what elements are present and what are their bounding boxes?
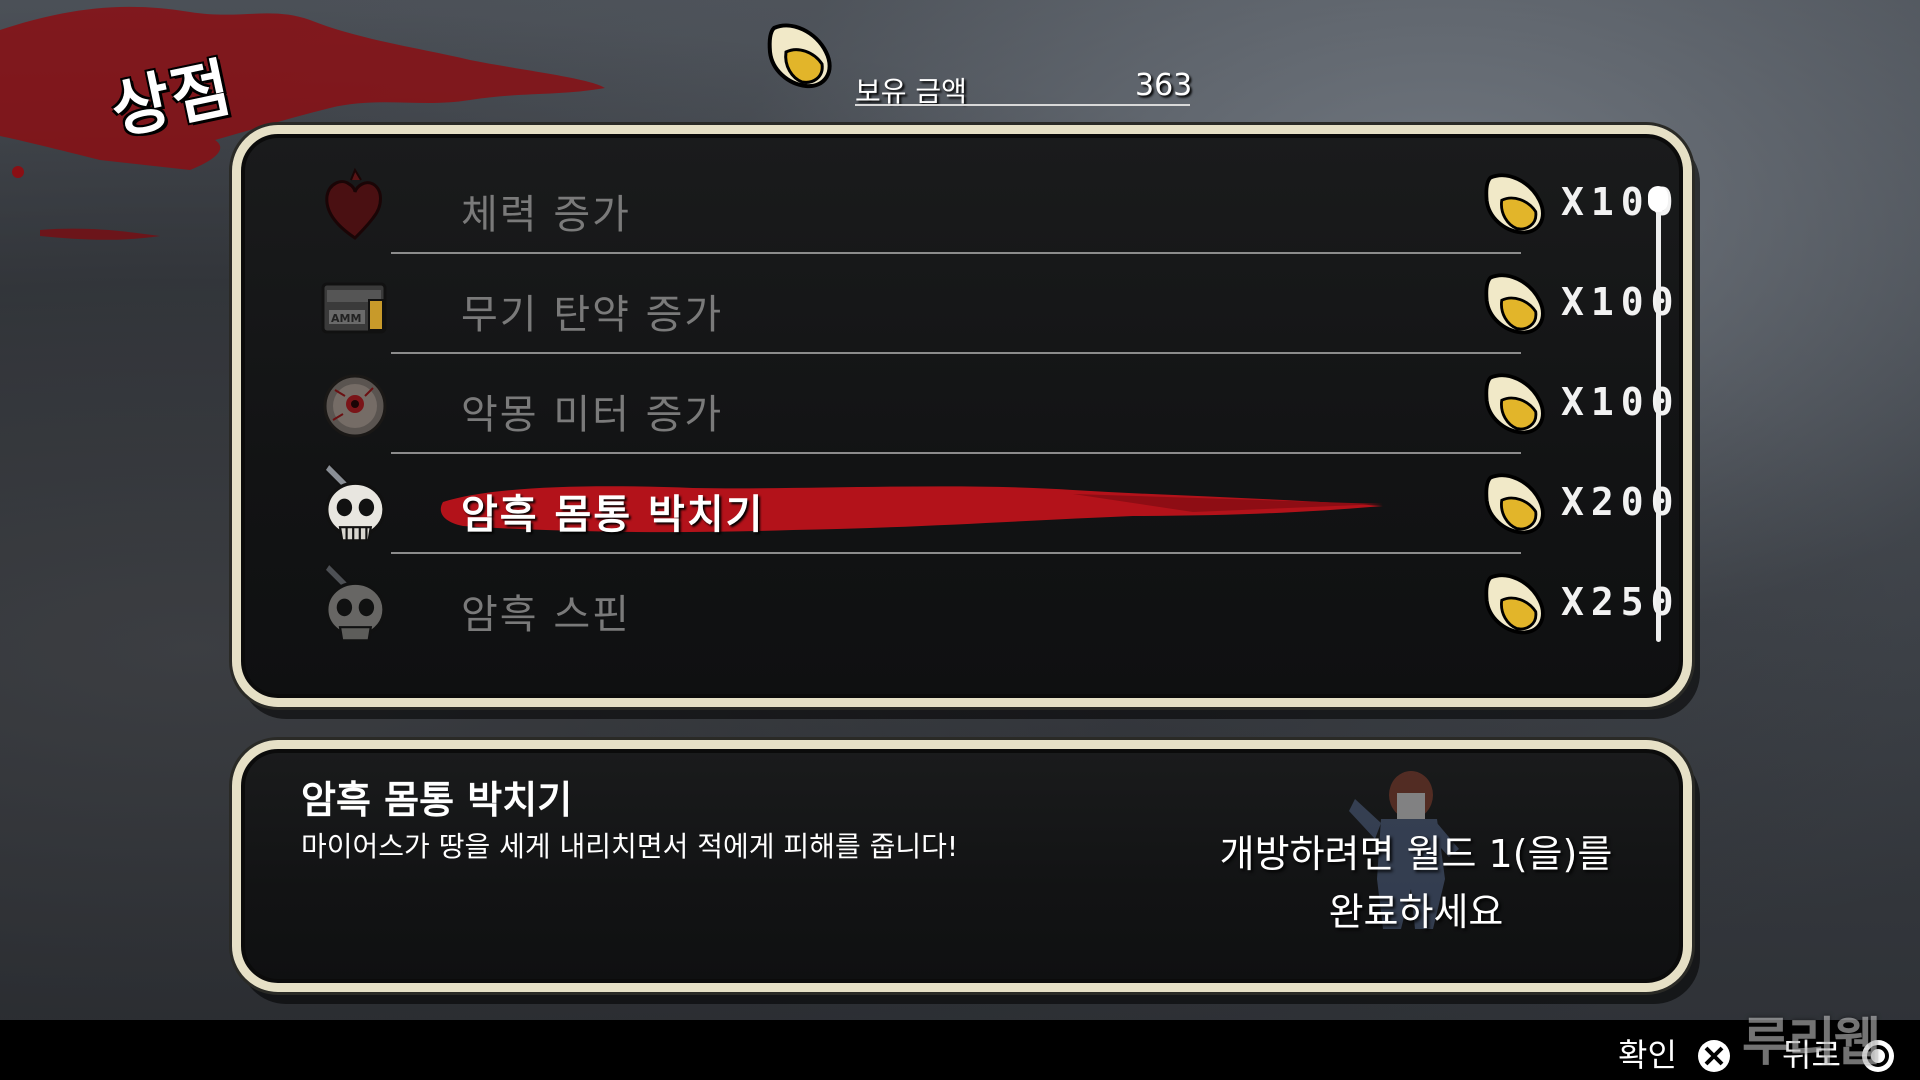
item-price: X100 bbox=[1561, 380, 1681, 424]
shop-item-health[interactable]: 체력 증가 X100 bbox=[301, 154, 1674, 254]
candy-corn-icon bbox=[1484, 273, 1545, 335]
description-title: 암흑 몸통 박치기 bbox=[301, 778, 573, 822]
unlock-line-2: 완료하세요 bbox=[1328, 890, 1504, 934]
skull-knife-icon bbox=[323, 461, 386, 542]
watermark: 루리웹 bbox=[1742, 1013, 1882, 1073]
item-price: X200 bbox=[1561, 480, 1681, 524]
item-name: 암흑 몸통 박치기 bbox=[461, 492, 765, 538]
confirm-label: 확인 bbox=[1618, 1036, 1677, 1074]
confirm-hint[interactable]: 확인 bbox=[1618, 1030, 1730, 1074]
shop-item-nightmare-meter[interactable]: 악몽 미터 증가 X100 bbox=[301, 354, 1674, 454]
unlock-line-1: 개방하려면 월드 1(을)를 bbox=[1219, 832, 1613, 876]
candy-corn-icon bbox=[1484, 573, 1545, 635]
candy-corn-icon bbox=[1484, 173, 1545, 235]
candy-corn-icon bbox=[767, 23, 832, 89]
shop-item-dark-body-slam[interactable]: 암흑 몸통 박치기 X200 bbox=[301, 454, 1674, 554]
scrollbar-thumb[interactable] bbox=[1648, 186, 1668, 212]
balance-amount: 363 bbox=[1135, 68, 1193, 103]
candy-corn-icon bbox=[1484, 473, 1545, 535]
shop-item-ammo[interactable]: AMM 무기 탄약 증가 X100 bbox=[301, 254, 1674, 354]
ammo-box-icon: AMM bbox=[321, 282, 387, 334]
description-text: 마이어스가 땅을 세게 내리치면서 적에게 피해를 줍니다! bbox=[301, 830, 959, 863]
balance-display: 보유 금액 363 bbox=[760, 20, 1193, 108]
item-price: X100 bbox=[1561, 280, 1681, 324]
shop-screen: 상점 보유 금액 363 체력 증가 X100 AMM 무기 탄약 증가 X10… bbox=[0, 0, 1920, 1080]
cross-button-icon bbox=[1698, 1040, 1730, 1072]
item-name: 체력 증가 bbox=[461, 192, 631, 238]
shop-item-list: 체력 증가 X100 AMM 무기 탄약 증가 X100 악몽 미터 증가 X1… bbox=[232, 125, 1692, 707]
heart-icon bbox=[325, 167, 382, 240]
unlock-requirement: 개방하려면 월드 1(을)를 완료하세요 bbox=[1186, 825, 1646, 941]
item-description-panel: 암흑 몸통 박치기 마이어스가 땅을 세게 내리치면서 적에게 피해를 줍니다!… bbox=[232, 740, 1692, 992]
shop-item-dark-spin[interactable]: 암흑 스핀 X250 bbox=[301, 554, 1674, 654]
candy-corn-icon bbox=[1484, 373, 1545, 435]
balance-underline bbox=[855, 104, 1190, 106]
skull-knife-icon bbox=[323, 561, 386, 642]
item-name: 암흑 스핀 bbox=[461, 592, 631, 638]
item-name: 무기 탄약 증가 bbox=[461, 292, 724, 338]
item-name: 악몽 미터 증가 bbox=[461, 392, 724, 438]
scrollbar[interactable] bbox=[1656, 202, 1661, 642]
eyeball-icon bbox=[323, 374, 387, 438]
item-price: X250 bbox=[1561, 580, 1681, 624]
svg-text:AMM: AMM bbox=[331, 312, 361, 325]
